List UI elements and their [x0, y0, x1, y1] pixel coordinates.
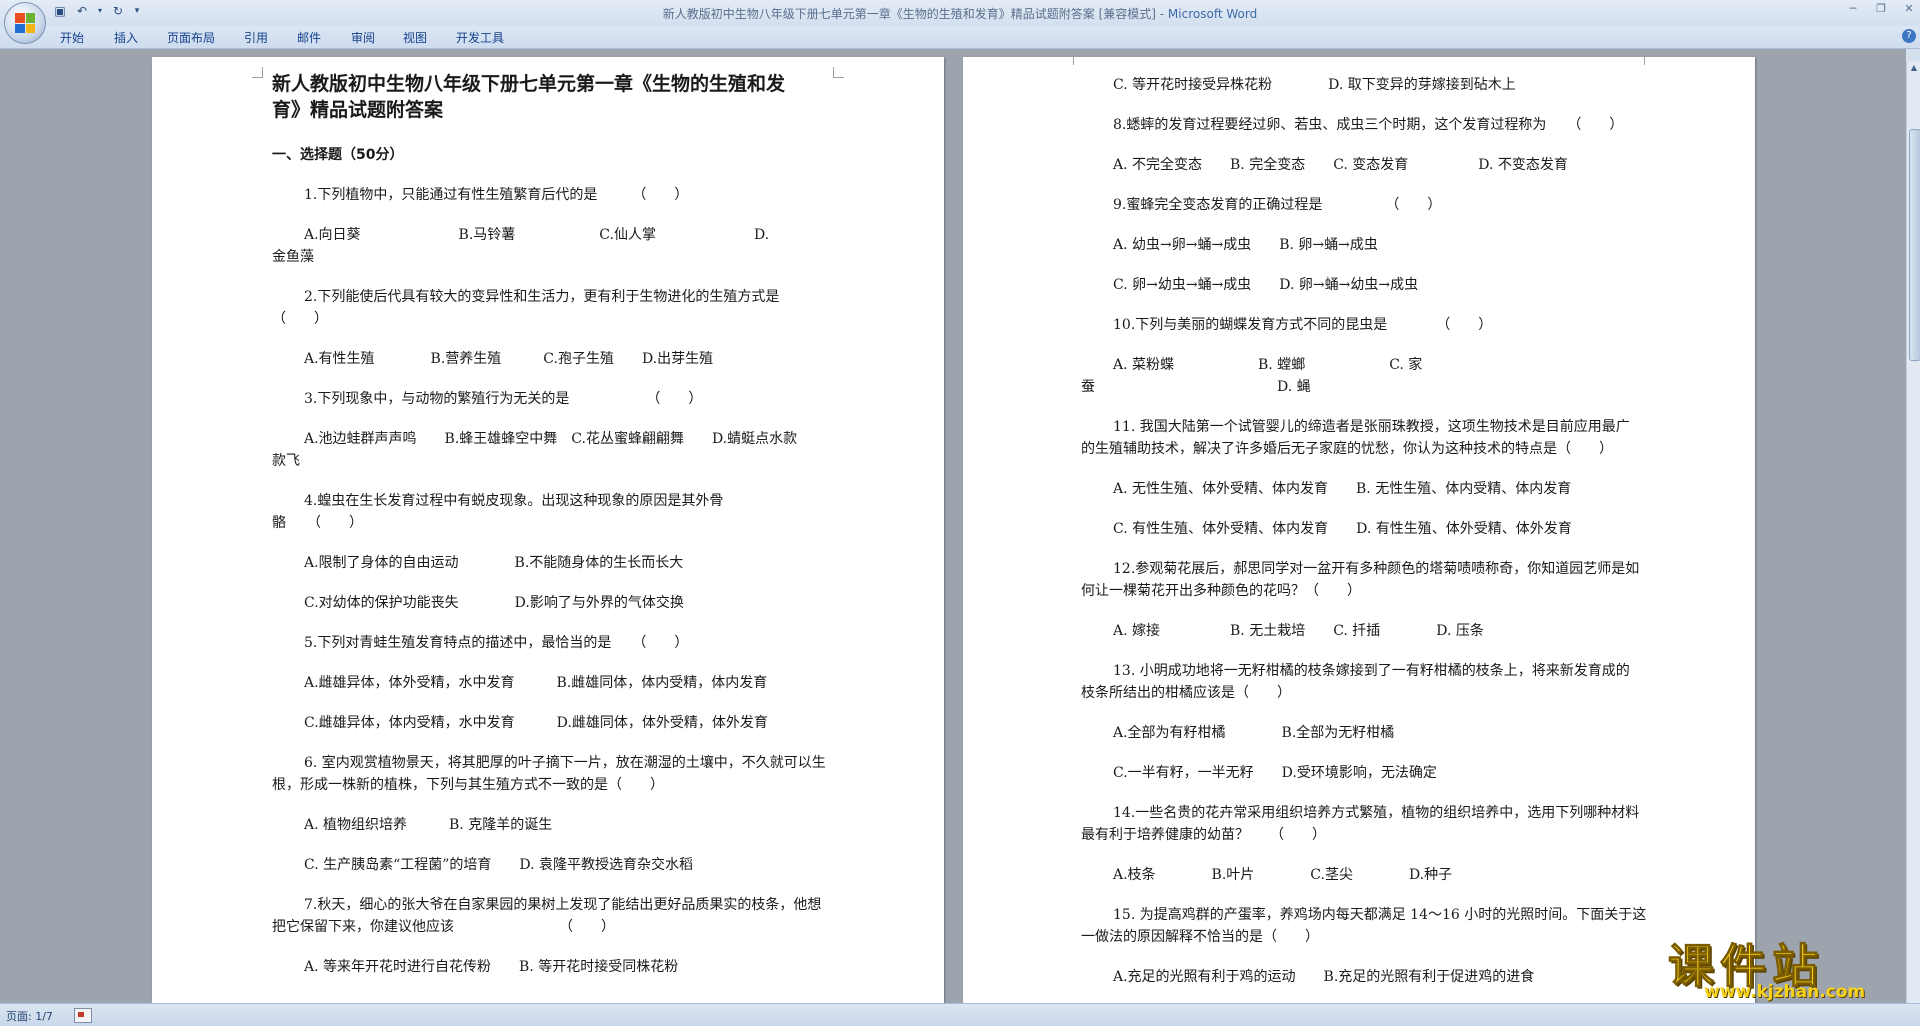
- document-area[interactable]: 新人教版初中生物八年级下册七单元第一章《生物的生殖和发 育》精品试题附答案 一、…: [0, 49, 1906, 1003]
- minimize-icon[interactable]: ─: [1846, 2, 1860, 15]
- title-bar: ▣ ↶ ▾ ↻ ▾ 新人教版初中生物八年级下册七单元第一章《生物的生殖和发育》精…: [0, 0, 1920, 44]
- answer-options: A.全部为有籽柑橘 B.全部为无籽柑橘: [1113, 725, 1395, 741]
- question-text: 15. 为提高鸡群的产蛋率，养鸡场内每天都满足 14～16 小时的光照时间。下面…: [1113, 907, 1647, 923]
- question-text: 9.蜜蜂完全变态发育的正确过程是 （ ）: [1113, 197, 1442, 213]
- answer-options: C. 等开花时接受异株花粉 D. 取下变异的芽嫁接到砧木上: [1113, 77, 1516, 93]
- answer-options: A.有性生殖 B.营养生殖 C.孢子生殖 D.出芽生殖: [304, 351, 714, 367]
- question-text: 枝条所结出的柑橘应该是（ ）: [1081, 685, 1291, 701]
- scroll-up-icon[interactable]: ▲: [1909, 63, 1919, 75]
- question-text: 14.一些名贵的花卉常采用组织培养方式繁殖，植物的组织培养中，选用下列哪种材料: [1113, 805, 1640, 821]
- question-text: 6. 室内观赏植物景天，将其肥厚的叶子摘下一片，放在潮湿的土壤中，不久就可以生: [304, 755, 826, 771]
- status-bar: 页面: 1/7: [0, 1003, 1920, 1026]
- answer-options: A. 无性生殖、体外受精、体内发育 B. 无性生殖、体内受精、体内发育: [1113, 481, 1572, 497]
- site-watermark: 课件站 www.kjzhan.com: [1668, 930, 1908, 1003]
- scrollbar-thumb[interactable]: [1909, 129, 1920, 361]
- office-button[interactable]: [4, 2, 46, 44]
- margin-corner-mark: [252, 67, 263, 78]
- question-text: 7.秋天，细心的张大爷在自家果园的果树上发现了能结出更好品质果实的枝条，他想: [304, 897, 822, 913]
- tab-page-layout[interactable]: 页面布局: [167, 29, 215, 46]
- question-text: 8.蟋蟀的发育过程要经过卵、若虫、成虫三个时期，这个发育过程称为 （ ）: [1113, 117, 1624, 133]
- answer-options: A.雌雄异体，体外受精，水中发育 B.雌雄同体，体内受精，体内发育: [304, 675, 768, 691]
- maximize-icon[interactable]: ❐: [1874, 2, 1888, 15]
- answer-options: C. 生产胰岛素“工程菌”的培育 D. 袁隆平教授选育杂交水稻: [304, 857, 694, 873]
- margin-corner-mark: [833, 67, 844, 78]
- app-name: Microsoft Word: [1167, 7, 1258, 21]
- answer-options: A. 等来年开花时进行自花传粉 B. 等开花时接受同株花粉: [304, 959, 679, 975]
- answer-options: A. 不完全变态 B. 完全变态 C. 变态发育 D. 不变态发育: [1113, 157, 1568, 173]
- answer-options: A.充足的光照有利于鸡的运动 B.充足的光照有利于促进鸡的进食: [1113, 969, 1535, 985]
- view-ruler-button[interactable]: [1906, 49, 1920, 61]
- page-left[interactable]: 新人教版初中生物八年级下册七单元第一章《生物的生殖和发 育》精品试题附答案 一、…: [152, 57, 944, 1003]
- document-title-line: 新人教版初中生物八年级下册七单元第一章《生物的生殖和发: [272, 73, 786, 95]
- answer-options: C. 有性生殖、体外受精、体内发育 D. 有性生殖、体外受精、体外发育: [1113, 521, 1572, 537]
- question-text: 最有利于培养健康的幼苗？ （ ）: [1081, 827, 1326, 843]
- section-heading: 一、选择题（50分）: [272, 147, 404, 163]
- ribbon-tabs: 开始 插入 页面布局 引用 邮件 审阅 视图 开发工具 ?: [0, 26, 1920, 49]
- watermark-url: www.kjzhan.com: [1704, 982, 1866, 1002]
- answer-options: 款飞: [272, 453, 300, 469]
- answer-options: A.枝条 B.叶片 C.茎尖 D.种子: [1113, 867, 1453, 883]
- question-text: 根，形成一株新的植株，下列与其生殖方式不一致的是（ ）: [272, 777, 664, 793]
- answer-options: C.雌雄异体，体内受精，水中发育 D.雌雄同体，体外受精，体外发育: [304, 715, 768, 731]
- help-icon[interactable]: ?: [1902, 29, 1916, 43]
- proofing-icon[interactable]: [74, 1008, 92, 1023]
- question-text: 把它保留下来，你建议他应该 （ ）: [272, 919, 615, 935]
- answer-options: A. 幼虫→卵→蛹→成虫 B. 卵→蛹→成虫: [1113, 237, 1378, 253]
- vertical-scrollbar[interactable]: ▲: [1906, 49, 1920, 1003]
- question-text: 一做法的原因解释不恰当的是（ ）: [1081, 929, 1319, 945]
- tab-insert[interactable]: 插入: [114, 29, 138, 46]
- answer-options: C. 卵→幼虫→蛹→成虫 D. 卵→蛹→幼虫→成虫: [1113, 277, 1419, 293]
- question-text: 1.下列植物中，只能通过有性生殖繁育后代的是 （ ）: [304, 187, 689, 203]
- margin-corner-mark: [1644, 57, 1655, 65]
- document-title-line: 育》精品试题附答案: [272, 99, 444, 121]
- close-icon[interactable]: ✕: [1902, 2, 1916, 15]
- answer-options: A. 菜粉蝶 B. 螳螂 C. 家: [1113, 357, 1423, 373]
- answer-options: C.对幼体的保护功能丧失 D.影响了与外界的气体交换: [304, 595, 684, 611]
- question-text: （ ）: [272, 311, 328, 327]
- tab-review[interactable]: 审阅: [351, 29, 375, 46]
- answer-options: C.一半有籽，一半无籽 D.受环境影响，无法确定: [1113, 765, 1437, 781]
- answer-options: A. 植物组织培养 B. 克隆羊的诞生: [304, 817, 553, 833]
- question-text: 5.下列对青蛙生殖发育特点的描述中，最恰当的是 （ ）: [304, 635, 689, 651]
- question-text: 骼 （ ）: [272, 515, 363, 531]
- answer-options: A.限制了身体的自由运动 B.不能随身体的生长而长大: [304, 555, 684, 571]
- tab-references[interactable]: 引用: [244, 29, 268, 46]
- margin-corner-mark: [1063, 57, 1074, 65]
- question-text: 何让一棵菊花开出多种颜色的花吗？（ ）: [1081, 583, 1361, 599]
- question-text: 4.蝗虫在生长发育过程中有蜕皮现象。出现这种现象的原因是其外骨: [304, 493, 724, 509]
- answer-options: A.向日葵 B.马铃薯 C.仙人掌 D.: [304, 227, 770, 243]
- window-controls: ─ ❐ ✕: [1846, 2, 1916, 15]
- question-text: 13. 小明成功地将一无籽柑橘的枝条嫁接到了一有籽柑橘的枝条上，将来新发育成的: [1113, 663, 1630, 679]
- tab-developer[interactable]: 开发工具: [456, 29, 504, 46]
- question-text: 12.参观菊花展后，郝思同学对一盆开有多种颜色的塔菊啧啧称奇，你知道园艺师是如: [1113, 561, 1640, 577]
- answer-options: 蚕 D. 蝇: [1081, 379, 1311, 395]
- question-text: 10.下列与美丽的蝴蝶发育方式不同的昆虫是 （ ）: [1113, 317, 1493, 333]
- answer-options: 金鱼藻: [272, 249, 314, 265]
- tab-home[interactable]: 开始: [60, 29, 84, 46]
- question-text: 11. 我国大陆第一个试管婴儿的缔造者是张丽珠教授，这项生物技术是目前应用最广: [1113, 419, 1630, 435]
- answer-options: A.池边蛙群声声鸣 B.蜂王雄蜂空中舞 C.花丛蜜蜂翩翩舞 D.蜻蜓点水款: [304, 431, 798, 447]
- question-text: 的生殖辅助技术，解决了许多婚后无子家庭的忧愁，你认为这种技术的特点是（ ）: [1081, 441, 1613, 457]
- question-text: 2.下列能使后代具有较大的变异性和生活力，更有利于生物进化的生殖方式是: [304, 289, 780, 305]
- answer-options: A. 嫁接 B. 无土栽培 C. 扦插 D. 压条: [1113, 623, 1484, 639]
- page-right[interactable]: C. 等开花时接受异株花粉 D. 取下变异的芽嫁接到砧木上 8.蟋蟀的发育过程要…: [963, 57, 1755, 1003]
- tab-mailings[interactable]: 邮件: [297, 29, 321, 46]
- document-title: 新人教版初中生物八年级下册七单元第一章《生物的生殖和发育》精品试题附答案 [兼容…: [662, 7, 1168, 21]
- window-title: 新人教版初中生物八年级下册七单元第一章《生物的生殖和发育》精品试题附答案 [兼容…: [0, 5, 1920, 22]
- question-text: 3.下列现象中，与动物的繁殖行为无关的是 （ ）: [304, 391, 703, 407]
- tab-view[interactable]: 视图: [403, 29, 427, 46]
- office-logo-icon: [15, 13, 35, 33]
- page-indicator[interactable]: 页面: 1/7: [6, 1008, 53, 1024]
